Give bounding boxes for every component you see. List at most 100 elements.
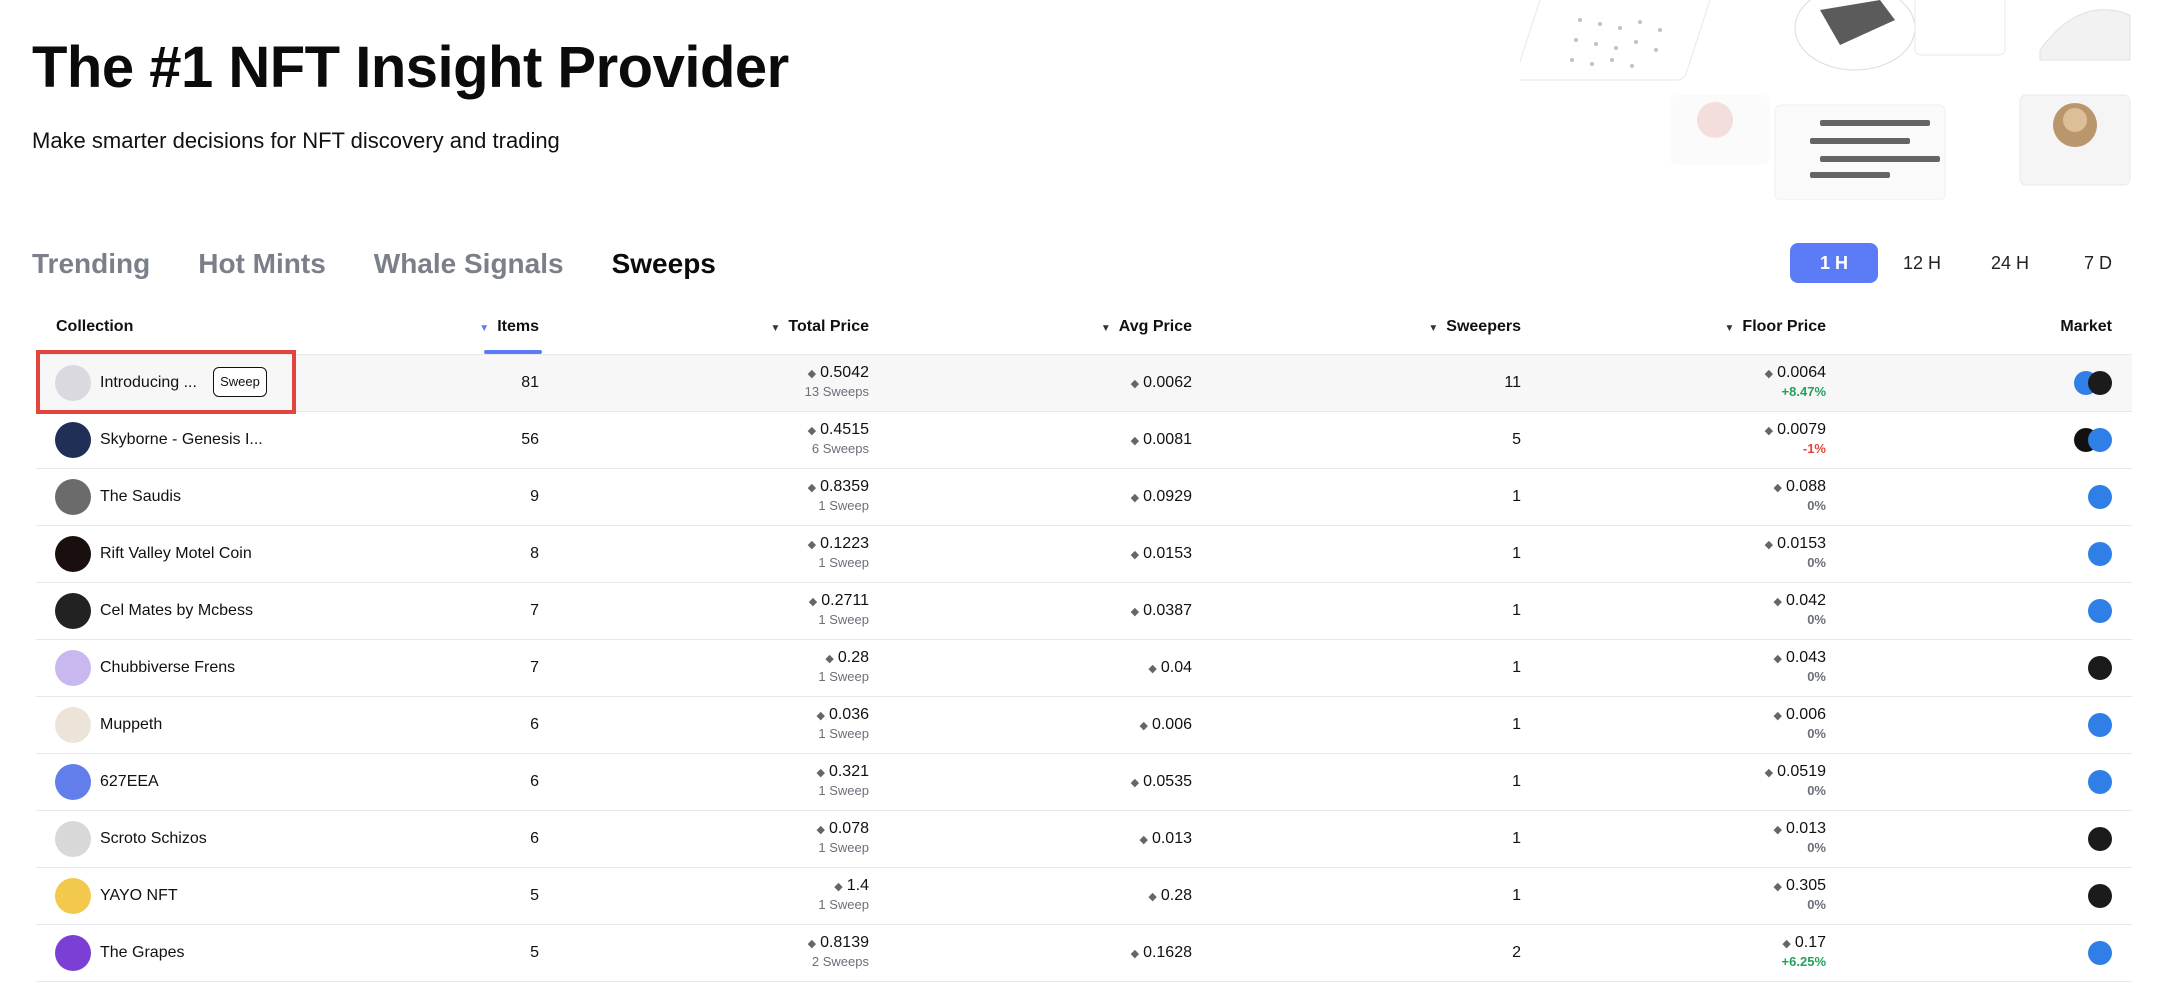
table-row[interactable]: 627EEA 6 ◆ 0.321 1 Sweep ◆ 0.0535 1 ◆ 0.051… xyxy=(36,754,2132,811)
eth-icon: ◆ xyxy=(807,425,817,437)
items-count: 7 xyxy=(530,659,539,676)
eth-icon: ◆ xyxy=(1764,767,1774,779)
total-price: 0.8139 xyxy=(820,934,869,951)
sweep-count: 6 Sweeps xyxy=(811,441,869,456)
collection-name[interactable]: Muppeth xyxy=(100,716,162,734)
range-24h-button[interactable]: 24 H xyxy=(1966,243,2054,283)
sweep-count: 1 Sweep xyxy=(818,498,869,513)
total-price: 1.4 xyxy=(846,877,869,894)
collection-name[interactable]: YAYO NFT xyxy=(100,887,178,905)
sweep-count: 1 Sweep xyxy=(818,555,869,570)
table-row[interactable]: The Saudis 9 ◆ 0.8359 1 Sweep ◆ 0.0929 1 ◆… xyxy=(36,469,2132,526)
collection-name[interactable]: The Grapes xyxy=(100,944,184,962)
marketplace-blue-icon[interactable] xyxy=(2088,428,2112,452)
avg-price-cell: ◆ 0.1628 xyxy=(1131,944,1192,962)
floor-price: 0.0153 xyxy=(1777,535,1826,552)
sweepers-count: 1 xyxy=(1512,716,1521,733)
eth-icon: ◆ xyxy=(1773,881,1782,893)
header-sweepers[interactable]: ▼ Sweepers xyxy=(1428,318,1521,336)
avg-price: 0.0929 xyxy=(1143,488,1192,505)
eth-icon: ◆ xyxy=(1148,891,1157,903)
header-collection[interactable]: Collection xyxy=(56,318,133,336)
marketplace-blue-icon[interactable] xyxy=(2088,713,2112,737)
total-price-cell: ◆ 0.2711 1 Sweep xyxy=(809,592,869,629)
avg-price-cell: ◆ 0.0081 xyxy=(1131,431,1192,449)
collection-name[interactable]: Rift Valley Motel Coin xyxy=(100,545,252,563)
collection-name[interactable]: Skyborne - Genesis I... xyxy=(100,431,263,449)
range-12h-button[interactable]: 12 H xyxy=(1878,243,1966,283)
table-row[interactable]: Skyborne - Genesis I... 56 ◆ 0.4515 6 Swe… xyxy=(36,412,2132,469)
floor-price: 0.006 xyxy=(1785,706,1826,723)
header-floor-price[interactable]: ▼ Floor Price xyxy=(1725,318,1826,336)
eth-icon: ◆ xyxy=(1130,435,1140,447)
sort-down-icon: ▼ xyxy=(1428,323,1439,334)
eth-icon: ◆ xyxy=(807,368,817,380)
range-1h-button[interactable]: 1 H xyxy=(1790,243,1878,283)
floor-change: 0% xyxy=(1807,498,1826,513)
collection-name[interactable]: The Saudis xyxy=(100,488,181,506)
eth-icon: ◆ xyxy=(1773,710,1782,722)
tab-trending[interactable]: Trending xyxy=(32,248,150,280)
floor-price-cell: ◆ 0.042 0% xyxy=(1773,592,1826,629)
table-row[interactable]: Chubbiverse Frens 7 ◆ 0.28 1 Sweep ◆ 0.04 … xyxy=(36,640,2132,697)
marketplace-blue-icon[interactable] xyxy=(2088,485,2112,509)
collection-avatar xyxy=(55,764,91,800)
header-avg-price[interactable]: ▼ Avg Price xyxy=(1101,318,1192,336)
marketplace-black-icon[interactable] xyxy=(2088,656,2112,680)
floor-change: 0% xyxy=(1807,669,1826,684)
table-row[interactable]: YAYO NFT 5 ◆ 1.4 1 Sweep ◆ 0.28 1 ◆ 0.305 0… xyxy=(36,868,2132,925)
marketplace-blue-icon[interactable] xyxy=(2088,599,2112,623)
sweep-count: 1 Sweep xyxy=(818,612,869,627)
items-count: 5 xyxy=(530,887,539,904)
sweep-button[interactable]: Sweep xyxy=(213,367,267,397)
floor-change: 0% xyxy=(1807,840,1826,855)
sweepers-count: 1 xyxy=(1512,773,1521,790)
collection-name[interactable]: Chubbiverse Frens xyxy=(100,659,235,677)
collection-name[interactable]: 627EEA xyxy=(100,773,159,791)
header-items[interactable]: ▼ Items xyxy=(479,318,539,336)
collection-name[interactable]: Introducing ... xyxy=(100,374,197,392)
table-header: Collection ▼ Items ▼ Total Price ▼ Avg Pric… xyxy=(36,306,2132,355)
marketplace-black-icon[interactable] xyxy=(2088,371,2112,395)
table-row[interactable]: Muppeth 6 ◆ 0.036 1 Sweep ◆ 0.006 1 ◆ 0.006… xyxy=(36,697,2132,754)
tab-whale-signals[interactable]: Whale Signals xyxy=(374,248,564,280)
table-row[interactable]: Cel Mates by Mcbess 7 ◆ 0.2711 1 Sweep ◆ 0… xyxy=(36,583,2132,640)
total-price-cell: ◆ 0.036 1 Sweep xyxy=(816,706,869,743)
total-price-cell: ◆ 0.8139 2 Sweeps xyxy=(808,934,869,971)
avg-price: 0.006 xyxy=(1151,716,1192,733)
avg-price-cell: ◆ 0.0535 xyxy=(1131,773,1192,791)
sweepers-count: 11 xyxy=(1504,374,1521,391)
collection-name[interactable]: Scroto Schizos xyxy=(100,830,207,848)
floor-price-cell: ◆ 0.006 0% xyxy=(1773,706,1826,743)
avg-price: 0.0062 xyxy=(1143,374,1192,391)
header-total-price[interactable]: ▼ Total Price xyxy=(770,318,869,336)
category-tabs: Trending Hot Mints Whale Signals Sweeps xyxy=(32,248,716,280)
marketplace-blue-icon[interactable] xyxy=(2088,542,2112,566)
sort-indicator xyxy=(484,350,542,354)
eth-icon: ◆ xyxy=(807,539,817,551)
items-count: 5 xyxy=(530,944,539,961)
sweepers-count: 1 xyxy=(1512,659,1521,676)
header-market: Market xyxy=(2060,318,2112,335)
total-price-cell: ◆ 0.1223 1 Sweep xyxy=(808,535,869,572)
marketplace-blue-icon[interactable] xyxy=(2088,941,2112,965)
table-row[interactable]: Introducing ... Sweep 81 ◆ 0.5042 13 Swee… xyxy=(36,355,2132,412)
marketplace-black-icon[interactable] xyxy=(2088,884,2112,908)
total-price: 0.078 xyxy=(828,820,869,837)
total-price: 0.1223 xyxy=(820,535,869,552)
sort-down-icon: ▼ xyxy=(479,323,490,334)
sweep-count: 2 Sweeps xyxy=(811,954,869,969)
avg-price: 0.0081 xyxy=(1143,431,1192,448)
collection-avatar xyxy=(55,422,91,458)
table-row[interactable]: Rift Valley Motel Coin 8 ◆ 0.1223 1 Sweep… xyxy=(36,526,2132,583)
marketplace-black-icon[interactable] xyxy=(2088,827,2112,851)
marketplace-blue-icon[interactable] xyxy=(2088,770,2112,794)
sweeps-table: Collection ▼ Items ▼ Total Price ▼ Avg Pric… xyxy=(36,306,2132,982)
table-row[interactable]: The Grapes 5 ◆ 0.8139 2 Sweeps ◆ 0.1628 2 … xyxy=(36,925,2132,982)
collection-name[interactable]: Cel Mates by Mcbess xyxy=(100,602,253,620)
range-7d-button[interactable]: 7 D xyxy=(2054,243,2142,283)
header-avg-price-label: Avg Price xyxy=(1118,318,1192,335)
tab-hot-mints[interactable]: Hot Mints xyxy=(198,248,326,280)
tab-sweeps[interactable]: Sweeps xyxy=(612,248,716,280)
table-row[interactable]: Scroto Schizos 6 ◆ 0.078 1 Sweep ◆ 0.013 1… xyxy=(36,811,2132,868)
